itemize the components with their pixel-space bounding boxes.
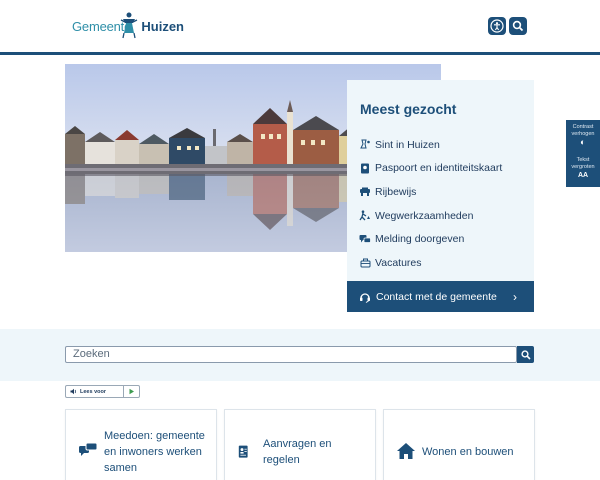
card-label-line3: samen: [104, 462, 138, 474]
contact-label: Contact met de gemeente: [376, 290, 497, 303]
meest-gezocht-label: Wegwerkzaamheden: [375, 209, 474, 222]
contrast-toggle[interactable]: Contrast verhogen ◐: [566, 120, 600, 153]
chat-icon: [359, 233, 371, 245]
speaker-icon: [70, 388, 76, 395]
search-icon: [512, 20, 524, 32]
meest-gezocht-item-melding[interactable]: Melding doorgeven: [359, 227, 529, 251]
logo-text-huizen: Huizen: [141, 18, 184, 34]
contact-met-de-gemeente-button[interactable]: Contact met de gemeente ›: [347, 281, 534, 312]
card-label-line1: Wonen en bouwen: [422, 446, 514, 458]
meest-gezocht-title: Meest gezocht: [360, 101, 457, 117]
search-submit-button[interactable]: [517, 346, 534, 363]
meest-gezocht-label: Sint in Huizen: [375, 138, 440, 151]
chevron-right-icon: ›: [513, 290, 517, 304]
meest-gezocht-label: Paspoort en identiteitskaart: [375, 162, 503, 175]
lees-voor-button[interactable]: Lees voor: [66, 386, 124, 397]
card-label-line2: regelen: [263, 454, 300, 466]
lees-voor-label: Lees voor: [80, 388, 106, 395]
meest-gezocht-item-rijbewijs[interactable]: Rijbewijs: [359, 180, 529, 204]
meest-gezocht-list: Sint in Huizen Paspoort en identiteitska…: [359, 133, 529, 275]
meest-gezocht-item-paspoort[interactable]: Paspoort en identiteitskaart: [359, 157, 529, 181]
card-meedoen[interactable]: Meedoen: gemeente en inwoners werken sam…: [65, 409, 217, 480]
accessibility-icon: [490, 19, 504, 33]
speech-bubbles-icon: [79, 442, 98, 456]
card-wonen-en-bouwen[interactable]: Wonen en bouwen: [383, 409, 535, 480]
contact-icon: [359, 291, 371, 303]
search-input[interactable]: Zoeken: [65, 346, 517, 363]
search-icon: [520, 349, 531, 360]
page: Gemeente Huizen Meest gezocht Sint in Hu…: [0, 0, 600, 480]
passport-icon: [359, 162, 371, 174]
play-button[interactable]: [124, 388, 139, 395]
briefcase-icon: [359, 257, 371, 269]
id-form-icon: [238, 445, 248, 458]
card-aanvragen-en-regelen[interactable]: Aanvragen en regelen: [224, 409, 376, 480]
header-search-button[interactable]: [509, 17, 527, 35]
meest-gezocht-item-vacatures[interactable]: Vacatures: [359, 251, 529, 275]
accessibility-button[interactable]: [488, 17, 506, 35]
contrast-icon: ◐: [580, 137, 586, 147]
roadworks-icon: [359, 210, 371, 222]
card-label-line1: Meedoen: gemeente: [104, 430, 205, 442]
card-label-line2: en inwoners werken: [104, 446, 202, 458]
meest-gezocht-item-wegwerkzaamheden[interactable]: Wegwerkzaamheden: [359, 204, 529, 228]
site-header: Gemeente Huizen: [0, 0, 600, 53]
sint-icon: [359, 139, 371, 151]
logo-figure-icon: [120, 12, 138, 39]
gemeente-huizen-logo[interactable]: Gemeente Huizen: [72, 11, 184, 41]
accessibility-side-widget: Contrast verhogen ◐ Tekst vergroten AA: [566, 120, 600, 187]
play-icon: [129, 388, 134, 395]
meest-gezocht-label: Rijbewijs: [375, 185, 417, 198]
car-icon: [359, 186, 371, 198]
text-size-icon: AA: [577, 172, 589, 179]
header-divider: [0, 52, 600, 55]
text-size-toggle[interactable]: Tekst vergroten AA: [566, 153, 600, 181]
meest-gezocht-label: Melding doorgeven: [375, 233, 465, 246]
meest-gezocht-label: Vacatures: [375, 256, 422, 269]
card-label-line1: Aanvragen en: [263, 438, 332, 450]
meest-gezocht-item-sint[interactable]: Sint in Huizen: [359, 133, 529, 157]
lees-voor-player[interactable]: Lees voor: [65, 385, 140, 398]
meest-gezocht-panel: Meest gezocht Sint in Huizen Paspoort en…: [347, 80, 534, 312]
house-icon: [397, 443, 415, 459]
